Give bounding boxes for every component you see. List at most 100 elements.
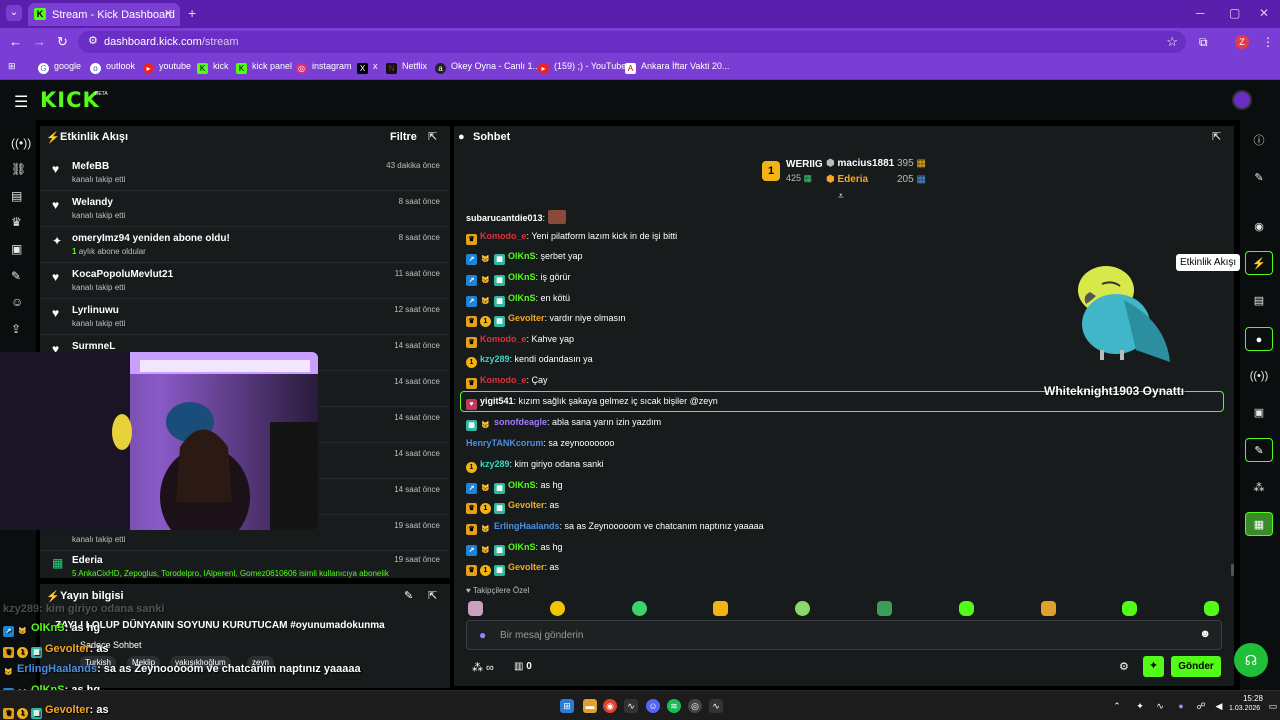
chat-message[interactable]: ↗ 🐱 ▦ OlKnS: as hg — [466, 480, 563, 494]
bookmark-outlook[interactable]: o outlook — [90, 61, 135, 74]
chat-message[interactable]: ↗ 🐱 ▦ OlKnS: en kötü — [466, 293, 570, 307]
tray-app-icon[interactable]: ✦ — [1133, 699, 1147, 713]
edit-icon[interactable]: ✎ — [404, 589, 413, 602]
chat-message[interactable]: ↗ 🐱 ▦ OlKnS: as hg — [466, 542, 563, 556]
expand-leaderboard-icon[interactable]: ⩡ — [838, 191, 844, 202]
popout-icon[interactable]: ⇱ — [428, 130, 437, 143]
kick-logo[interactable]: KICK — [40, 88, 100, 112]
link-icon[interactable]: ⛓ — [11, 162, 26, 176]
chat-toggle-icon[interactable]: ● — [1245, 327, 1273, 351]
chat-settings-icon[interactable]: ⚙ — [1119, 660, 1129, 673]
browser-tab-active[interactable]: K Stream - Kick Dashboard ✕ — [28, 3, 180, 26]
chat-message[interactable]: ↗ 🐱 ▦ OlKnS: şerbet yap — [466, 251, 583, 265]
chat-message[interactable]: ♛ 1 ▦ Gevolter: vardır niye olmasın — [466, 313, 626, 327]
emote-icon[interactable] — [795, 601, 810, 616]
user-avatar[interactable] — [1232, 90, 1252, 110]
bookmark-netflix[interactable]: N Netflix — [386, 61, 427, 74]
start-icon[interactable]: ⊞ — [560, 699, 574, 713]
chat-message[interactable]: ♛ 1 ▦ Gevolter: as — [466, 562, 559, 576]
spotify-icon[interactable]: ≋ — [667, 699, 681, 713]
bookmark-instagram[interactable]: ◎ instagram — [296, 61, 352, 74]
bookmark-okey[interactable]: a Okey Oyna - Canlı 1... — [435, 61, 540, 74]
chat-message[interactable]: ♛ Komodo_e: Çay — [466, 375, 548, 389]
kick-bot-icon[interactable]: ✦ — [1143, 656, 1164, 677]
network-icon[interactable]: ☍ — [1194, 699, 1208, 713]
document-icon[interactable]: ▤ — [1245, 289, 1273, 313]
apps-icon[interactable]: ⊞ — [8, 61, 16, 72]
notifications-icon[interactable]: ▭ — [1266, 699, 1280, 713]
forward-icon[interactable]: → — [33, 34, 46, 49]
video-icon[interactable]: ▣ — [11, 242, 22, 256]
chat-message[interactable]: ♛ Komodo_e: Kahve yap — [466, 334, 574, 348]
info-icon[interactable]: ⓘ — [1245, 129, 1273, 153]
minimize-icon[interactable]: ─ — [1196, 6, 1205, 20]
popout-icon[interactable]: ⇱ — [428, 589, 437, 602]
chat-message[interactable]: 1 kzy289: kim giriyo odana sanki — [466, 459, 604, 473]
send-button[interactable]: Gönder — [1171, 656, 1221, 677]
chat-message[interactable]: ♛ 🐱 ErlingHaalands: sa as Zeynooooom ve ch… — [466, 521, 764, 535]
tray-chevron-icon[interactable]: ⌃ — [1110, 699, 1124, 713]
upload-icon[interactable]: ⇪ — [11, 322, 21, 336]
obs-icon[interactable]: ◎ — [688, 699, 702, 713]
steam-icon[interactable]: ∿ — [624, 699, 638, 713]
emote-icon[interactable] — [1122, 601, 1137, 616]
site-info-icon[interactable]: ⚙ — [88, 34, 98, 47]
activity-item[interactable]: ♥ MefeBB kanalı takip etti 43 dakika önc… — [40, 155, 450, 191]
tray-steam-icon[interactable]: ∿ — [1153, 699, 1167, 713]
bookmark-kick[interactable]: Kkick — [197, 61, 229, 74]
profile-avatar[interactable]: Z — [1235, 35, 1249, 49]
trophy-icon[interactable]: ♛ — [11, 215, 22, 229]
steam-2-icon[interactable]: ∿ — [709, 699, 723, 713]
chat-input-box[interactable]: ● Bir mesaj gönderin ☻ — [466, 620, 1222, 650]
tab-search-icon[interactable]: ⌄ — [6, 5, 22, 21]
tray-mic-icon[interactable]: ● — [1174, 699, 1188, 713]
chat-message[interactable]: ↗ 🐱 ▦ OlKnS: iş görür — [466, 272, 571, 286]
bookmark-youtube-2[interactable]: ▸ (159) ;) - YouTube — [538, 61, 626, 74]
broadcast-icon[interactable]: ((•)) — [1245, 364, 1273, 388]
emote-icon[interactable] — [1041, 601, 1056, 616]
bookmark-star-icon[interactable]: ☆ — [1166, 34, 1178, 50]
volume-icon[interactable]: ◀ — [1212, 699, 1226, 713]
wrench-icon[interactable]: ✎ — [11, 269, 21, 283]
chat-message[interactable]: 1 kzy289: kendi odandasın ya — [466, 354, 593, 368]
chat-message[interactable]: ♛ 1 ▦ Gevolter: as — [466, 500, 559, 514]
tools-icon[interactable]: ✎ — [1245, 438, 1273, 462]
back-icon[interactable]: ← — [9, 34, 22, 49]
channel-points-icon[interactable]: ⁂ ∞ — [472, 661, 494, 674]
bookmark-youtube[interactable]: ▸ youtube — [143, 61, 191, 74]
game-icon[interactable]: ▦ — [1245, 512, 1273, 536]
chat-message[interactable]: ♛ Komodo_e: Yeni pilatform lazım kick in … — [466, 231, 677, 245]
chat-scrollbar[interactable] — [1231, 564, 1234, 576]
activity-item[interactable]: ♥ Welandy kanalı takip etti 8 saat önce — [40, 191, 450, 227]
new-tab-icon[interactable]: + — [188, 5, 196, 21]
emoji-icon[interactable]: ☻ — [1199, 628, 1211, 640]
activity-item[interactable]: ▦ Ederia 5 AnkaCixHD, Zepoglus, Torodelp… — [40, 549, 450, 585]
users-icon[interactable]: ☺ — [11, 295, 23, 309]
chrome-taskbar-icon[interactable]: ◉ — [603, 699, 617, 713]
tab-close-icon[interactable]: ✕ — [164, 7, 173, 20]
extensions-icon[interactable]: ⧉ — [1199, 35, 1208, 50]
emote-icon[interactable] — [468, 601, 483, 616]
emote-icon[interactable] — [1204, 601, 1219, 616]
chat-message[interactable]: ▦ 🐱 sonofdeagle: abla sana yarın izin yazd… — [466, 417, 661, 431]
edit-icon[interactable]: ✎ — [1245, 166, 1273, 190]
chrome-menu-icon[interactable]: ⋮ — [1262, 35, 1274, 49]
activity-feed-toggle-icon[interactable]: ⚡ — [1245, 251, 1273, 275]
bookmark-kick-panel[interactable]: Kkick panel — [236, 61, 292, 74]
chat-input[interactable]: Bir mesaj gönderin — [500, 630, 583, 641]
emote-icon[interactable] — [632, 601, 647, 616]
chat-message[interactable]: HenryTANKcorum: sa zeynooooooo — [466, 438, 614, 448]
share-icon[interactable]: ⁂ — [1245, 476, 1273, 500]
maximize-icon[interactable]: ▢ — [1229, 6, 1240, 20]
layers-icon[interactable]: ▣ — [1245, 401, 1273, 425]
address-bar[interactable]: ⚙ dashboard.kick.com/stream ☆ — [78, 31, 1186, 53]
popout-icon[interactable]: ⇱ — [1212, 130, 1221, 143]
reload-icon[interactable]: ↻ — [57, 34, 68, 50]
emote-icon[interactable] — [550, 601, 565, 616]
live-stream-icon[interactable]: ((•)) — [11, 136, 31, 150]
filter-button[interactable]: Filtre — [390, 131, 417, 143]
activity-item[interactable]: ♥ Lyrlinuwu kanalı takip etti 12 saat ön… — [40, 299, 450, 335]
menu-icon[interactable]: ☰ — [14, 92, 28, 112]
discord-icon[interactable]: ☺ — [646, 699, 660, 713]
file-explorer-icon[interactable]: ▬ — [583, 699, 597, 713]
